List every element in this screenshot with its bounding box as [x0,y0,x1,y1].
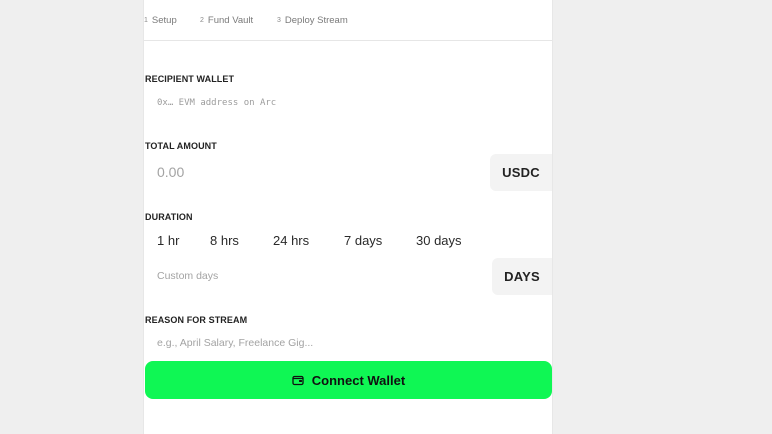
duration-option-24hrs[interactable]: 24 hrs [273,233,309,248]
duration-option-1hr[interactable]: 1 hr [157,233,179,248]
step-number: 2 [200,17,204,24]
step-label: Fund Vault [207,15,254,26]
custom-days-input[interactable] [146,259,466,293]
reason-label: REASON FOR STREAM [145,315,248,325]
duration-option-30days[interactable]: 30 days [416,233,462,248]
stream-form-panel: 1 Setup 2 Fund Vault 3 Deploy Stream RECIPI… [143,0,553,434]
days-unit-badge: DAYS [492,258,552,295]
recipient-wallet-label: RECIPIENT WALLET [145,74,235,84]
step-deploy-stream[interactable]: 3 Deploy Stream [277,15,348,26]
duration-option-8hrs[interactable]: 8 hrs [210,233,239,248]
step-fund-vault[interactable]: 2 Fund Vault [200,15,253,26]
stepper: 1 Setup 2 Fund Vault 3 Deploy Stream [144,0,552,41]
wallet-icon [292,375,304,386]
step-label: Setup [151,15,177,26]
currency-unit-badge: USDC [490,154,552,191]
total-amount-input[interactable] [146,155,466,189]
step-setup[interactable]: 1 Setup [144,15,177,26]
duration-label: DURATION [145,212,193,222]
duration-option-7days[interactable]: 7 days [344,233,382,248]
step-number: 3 [277,17,281,24]
reason-input[interactable] [146,326,526,360]
recipient-wallet-input[interactable] [146,86,526,120]
step-number: 1 [144,17,148,24]
total-amount-label: TOTAL AMOUNT [145,141,217,151]
step-label: Deploy Stream [284,15,348,26]
connect-wallet-label: Connect Wallet [311,372,406,388]
connect-wallet-button[interactable]: Connect Wallet [145,361,552,399]
